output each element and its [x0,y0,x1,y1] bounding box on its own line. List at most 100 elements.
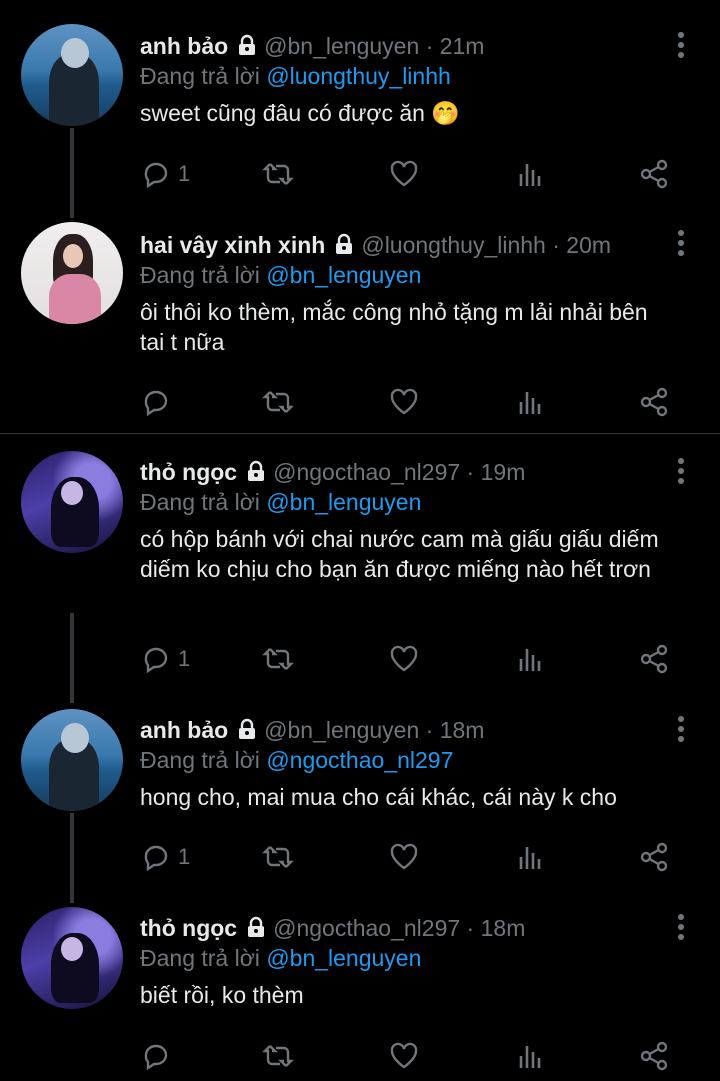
like-button[interactable] [388,641,420,677]
reply-button[interactable]: 1 [140,839,190,875]
tweet[interactable]: anh bảo @bn_lenguyen · 21m Đang trả lời @… [0,0,720,218]
share-icon [640,387,668,417]
timestamp[interactable]: 19m [481,459,526,485]
analytics-button[interactable] [515,641,547,677]
more-vertical-icon[interactable] [678,716,686,746]
lock-icon [245,915,267,945]
timestamp[interactable]: 21m [440,33,485,59]
lock-icon [245,459,267,489]
tweet-header: hai vây xinh xinh @luongthuy_linhh · 20m [140,230,660,260]
heart-icon [390,645,418,672]
avatar[interactable] [21,907,123,1009]
avatar[interactable] [21,451,123,553]
avatar[interactable] [21,709,123,811]
reply-button[interactable]: 1 [140,156,190,192]
tweet[interactable]: thỏ ngọc @ngocthao_nl297 · 18m Đang trả l… [0,904,720,1081]
replying-to-label: Đang trả lời [140,262,260,288]
tweet-actions [140,1038,680,1074]
tweet-actions: 1 [140,839,680,875]
analytics-button[interactable] [515,1038,547,1074]
share-button[interactable] [638,641,670,677]
more-vertical-icon[interactable] [678,914,686,944]
reply-count: 1 [178,161,191,186]
timestamp[interactable]: 18m [440,717,485,743]
tweet-header: thỏ ngọc @ngocthao_nl297 · 19m [140,457,660,487]
heart-icon [390,1042,418,1069]
analytics-button[interactable] [515,384,547,420]
like-button[interactable] [388,1038,420,1074]
reply-mention[interactable]: @bn_lenguyen [266,262,421,288]
tweet[interactable]: anh bảo @bn_lenguyen · 18m Đang trả lời @… [0,704,720,904]
display-name[interactable]: hai vây xinh xinh [140,232,325,258]
replying-to: Đang trả lời @bn_lenguyen [140,260,660,290]
timestamp[interactable]: 18m [481,915,526,941]
retweet-button[interactable] [262,156,294,192]
share-icon [640,159,668,189]
tweet-text: sweet cũng đâu có được ăn 🤭 [140,100,460,126]
avatar[interactable] [21,24,123,126]
handle[interactable]: @bn_lenguyen [264,33,419,59]
reply-icon [144,162,168,189]
reply-button[interactable]: 1 [140,641,190,677]
reply-button[interactable] [140,1038,178,1074]
lock-icon [236,33,258,63]
replying-to: Đang trả lời @bn_lenguyen [140,487,660,517]
display-name[interactable]: thỏ ngọc [140,459,237,485]
tweet-actions: 1 [140,156,680,192]
display-name[interactable]: anh bảo [140,33,228,59]
retweet-icon [262,648,294,670]
handle[interactable]: @ngocthao_nl297 [273,459,460,485]
share-icon [640,644,668,674]
retweet-button[interactable] [262,839,294,875]
tweet[interactable]: hai vây xinh xinh @luongthuy_linhh · 20m … [0,218,720,433]
share-button[interactable] [638,1038,670,1074]
handle[interactable]: @ngocthao_nl297 [273,915,460,941]
retweet-icon [262,846,294,868]
reply-mention[interactable]: @luongthuy_linhh [266,63,450,89]
separator: · [466,915,475,941]
display-name[interactable]: thỏ ngọc [140,915,237,941]
analytics-icon [519,392,541,414]
handle[interactable]: @bn_lenguyen [264,717,419,743]
share-icon [640,842,668,872]
avatar[interactable] [21,222,123,324]
reply-button[interactable] [140,384,178,420]
like-button[interactable] [388,384,420,420]
reply-count: 1 [178,844,191,869]
share-button[interactable] [638,156,670,192]
tweet[interactable]: thỏ ngọc @ngocthao_nl297 · 19m Đang trả l… [0,434,720,704]
reply-mention[interactable]: @bn_lenguyen [266,945,421,971]
lock-icon [333,232,355,262]
reply-mention[interactable]: @ngocthao_nl297 [266,747,453,773]
retweet-button[interactable] [262,641,294,677]
retweet-button[interactable] [262,384,294,420]
timestamp[interactable]: 20m [566,232,611,258]
display-name[interactable]: anh bảo [140,717,228,743]
tweet-header: anh bảo @bn_lenguyen · 21m [140,31,660,61]
more-vertical-icon[interactable] [678,230,686,260]
like-button[interactable] [388,156,420,192]
tweet-text: biết rồi, ko thèm [140,982,304,1008]
heart-icon [390,388,418,415]
tweet-header: thỏ ngọc @ngocthao_nl297 · 18m [140,913,660,943]
replying-to-label: Đang trả lời [140,945,260,971]
replying-to: Đang trả lời @bn_lenguyen [140,943,660,973]
like-button[interactable] [388,839,420,875]
lock-icon [236,717,258,747]
share-button[interactable] [638,839,670,875]
share-button[interactable] [638,384,670,420]
separator: · [466,459,475,485]
tweet-text: ôi thôi ko thèm, mắc công nhỏ tặng m lải… [140,299,648,355]
separator: · [425,33,434,59]
more-vertical-icon[interactable] [678,32,686,62]
analytics-button[interactable] [515,839,547,875]
handle[interactable]: @luongthuy_linhh [361,232,545,258]
reply-mention[interactable]: @bn_lenguyen [266,489,421,515]
more-vertical-icon[interactable] [678,458,686,488]
replying-to: Đang trả lời @ngocthao_nl297 [140,745,660,775]
separator: · [425,717,434,743]
retweet-icon [262,391,294,413]
retweet-button[interactable] [262,1038,294,1074]
analytics-icon [519,649,541,671]
analytics-button[interactable] [515,156,547,192]
